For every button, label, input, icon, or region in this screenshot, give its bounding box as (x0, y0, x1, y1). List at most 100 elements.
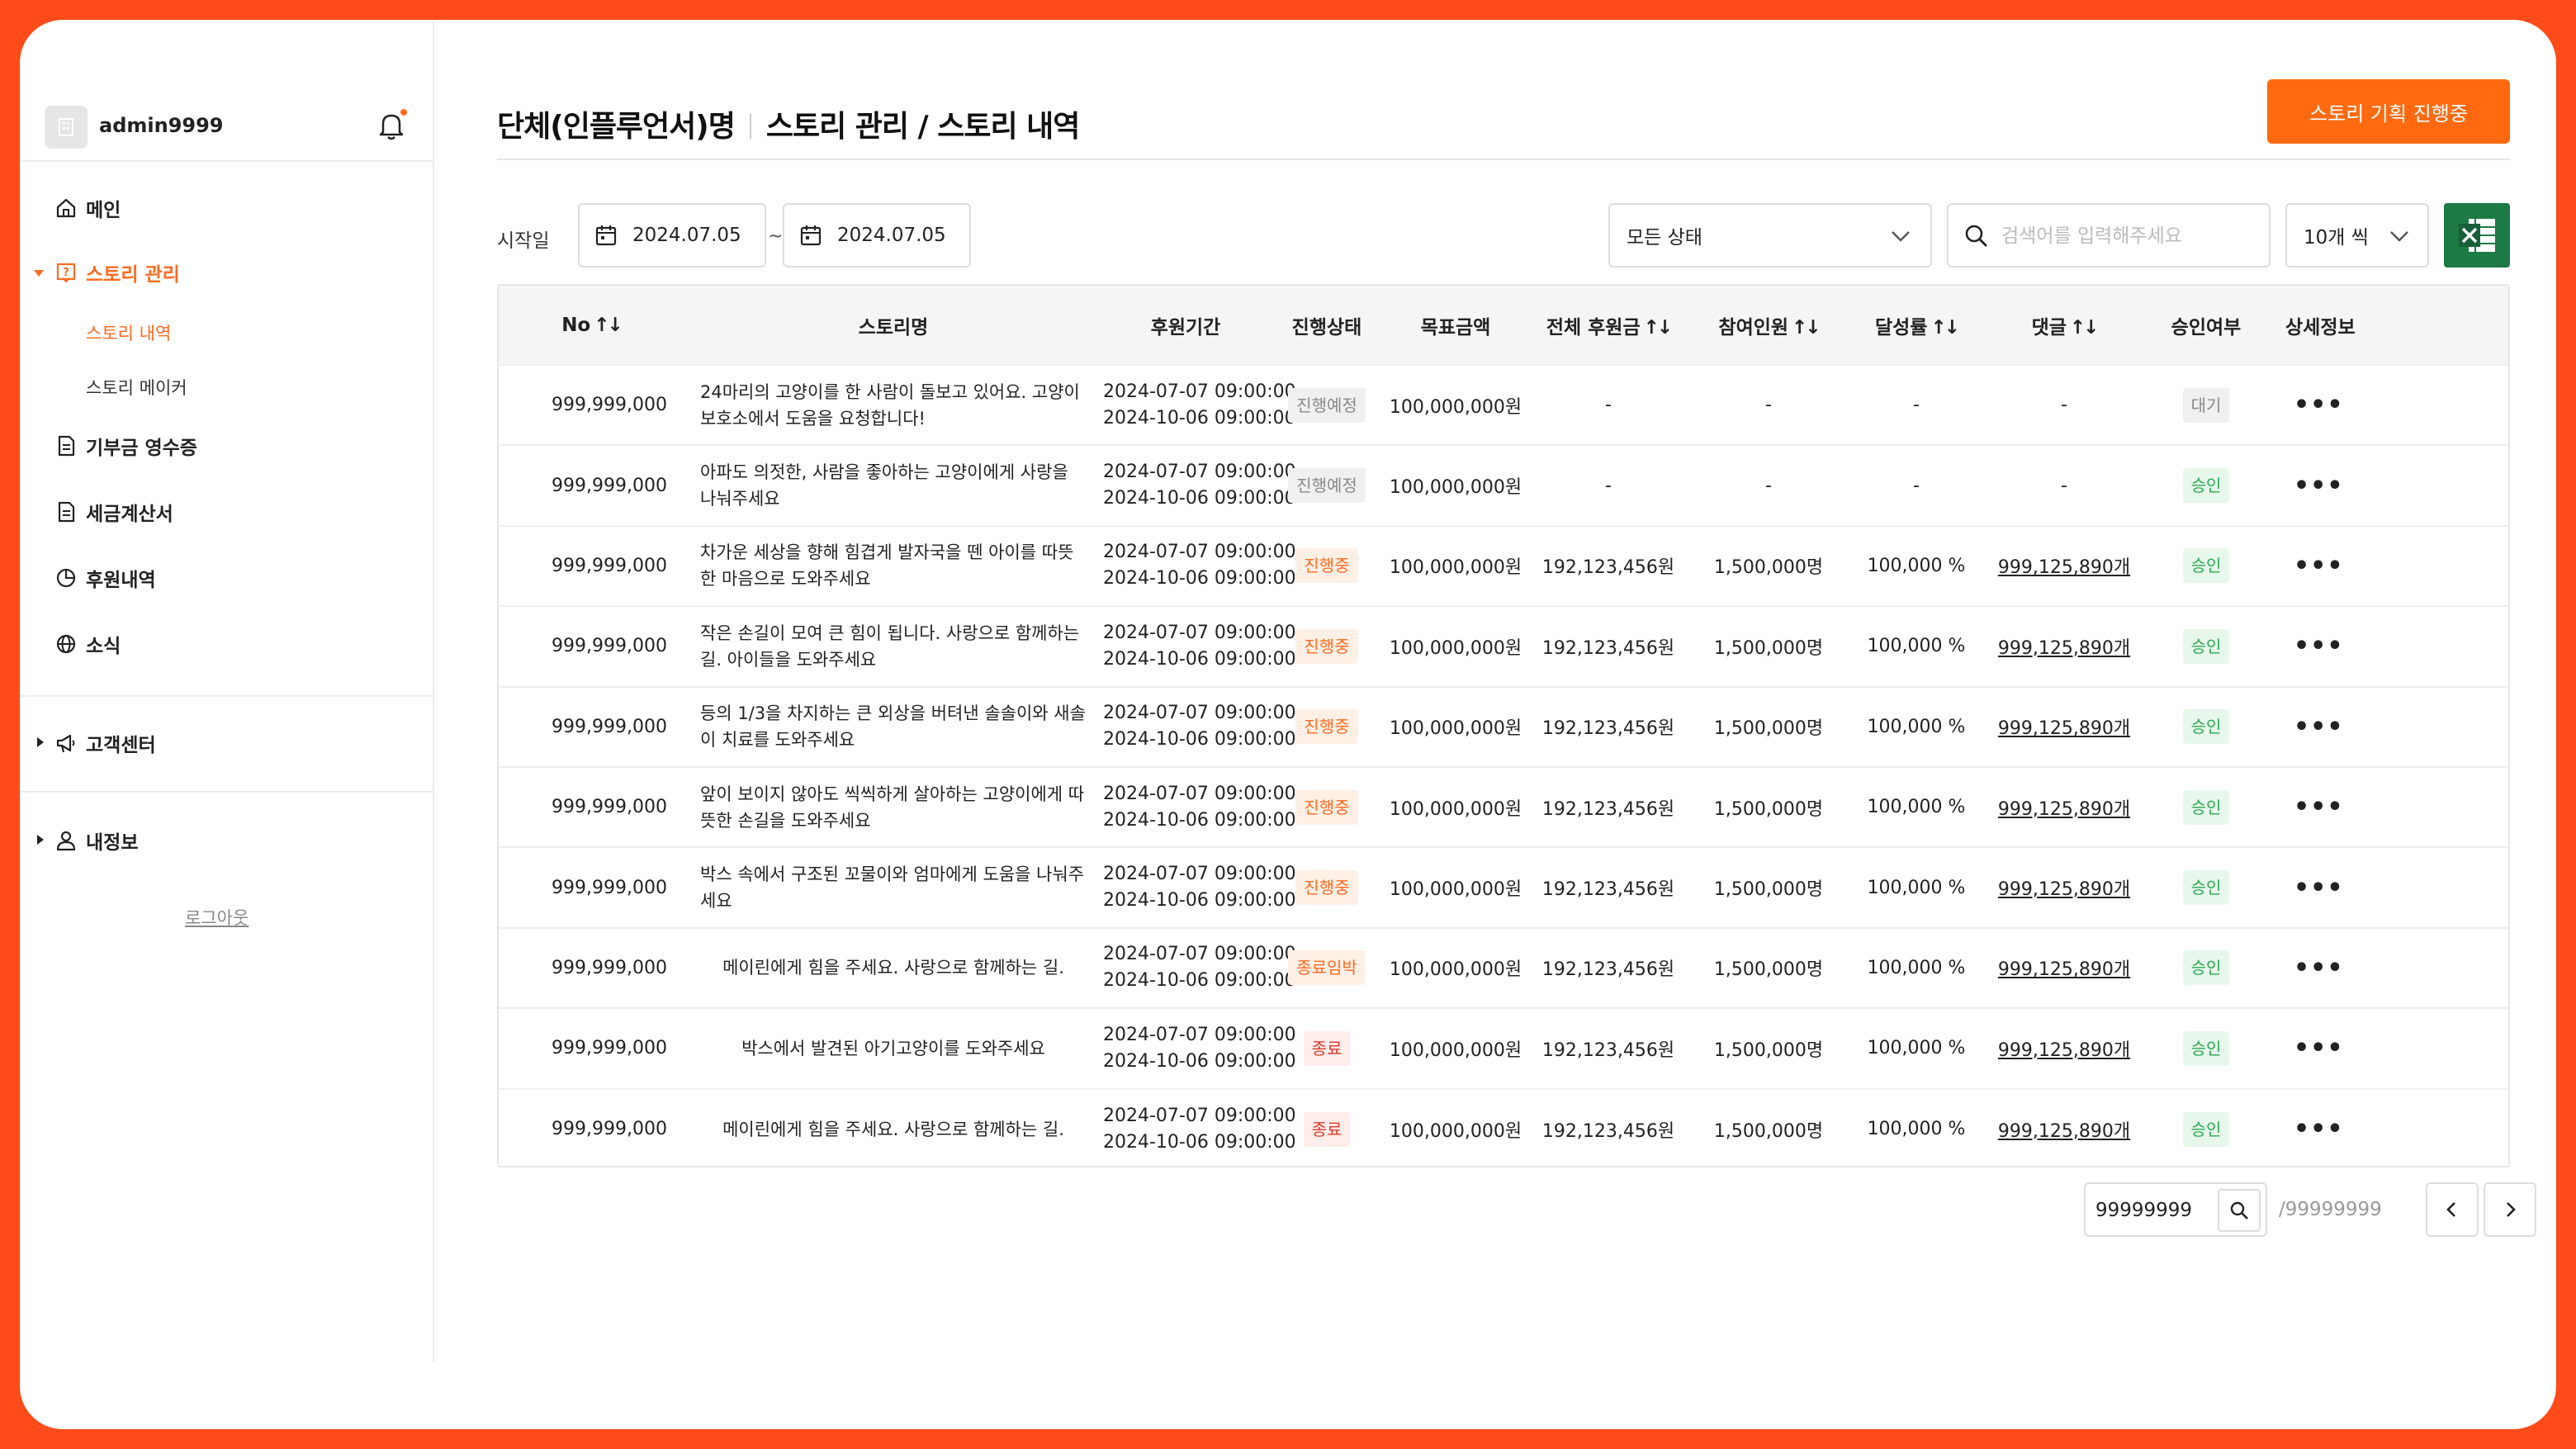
date-to-field[interactable]: 2024.07.05 (783, 203, 971, 268)
cell-detail: ••• (2271, 767, 2508, 847)
more-icon[interactable]: ••• (2294, 632, 2344, 661)
more-icon[interactable]: ••• (2294, 874, 2344, 902)
comments-link[interactable]: 999,125,890개 (1998, 879, 2130, 900)
cell-period: 2024-07-07 09:00:00 2024-10-06 09:00:00 (1103, 445, 1296, 525)
more-icon[interactable]: ••• (2294, 552, 2344, 580)
comments-link[interactable]: 999,125,890개 (1998, 959, 2130, 980)
nav-story-management[interactable]: ? 스토리 관리 (53, 256, 180, 289)
approval-badge: 승인 (2182, 468, 2230, 504)
table-row[interactable]: 999,999,000 박스에서 발견된 아기고양이를 도와주세요 2024-07-… (499, 1008, 2508, 1088)
search-icon[interactable] (1963, 223, 1990, 249)
bell-icon[interactable] (375, 107, 408, 144)
avatar[interactable] (45, 106, 88, 149)
cell-no: 999,999,000 (552, 797, 667, 818)
period-start: 2024-07-07 09:00:00 (1103, 462, 1296, 483)
col-no[interactable]: No ↑↓ (499, 286, 684, 365)
period-end: 2024-10-06 09:00:00 (1103, 407, 1296, 429)
period-start: 2024-07-07 09:00:00 (1103, 703, 1296, 724)
cell-no: 999,999,000 (552, 716, 667, 737)
page-search-button[interactable] (2218, 1189, 2261, 1232)
megaphone-icon (53, 730, 79, 756)
cell-rate: 100,000 % (1867, 555, 1966, 576)
document-icon (53, 499, 79, 525)
comments-link: - (2061, 475, 2067, 496)
period-start: 2024-07-07 09:00:00 (1103, 1024, 1296, 1045)
table-row[interactable]: 999,999,000 24마리의 고양이를 한 사람이 돌보고 있어요. 고양이… (499, 365, 2508, 445)
table-row[interactable]: 999,999,000 차가운 세상을 향해 힘겹게 발자국을 뗀 아이를 따뜻한… (499, 525, 2508, 606)
col-no-label: No (561, 314, 591, 336)
cell-approval: 승인 (2142, 606, 2271, 686)
cell-title: 작은 손길이 모여 큰 힘이 됩니다. 사랑으로 함께하는 길. 아이들을 도와… (700, 623, 1080, 670)
search-icon (2230, 1201, 2248, 1219)
nav-tax-invoice[interactable]: 세금계산서 (53, 495, 173, 528)
nav-customer-center[interactable]: 고객센터 (53, 727, 156, 760)
nav-donation-history[interactable]: 후원내역 (53, 561, 156, 594)
next-page-button[interactable] (2484, 1182, 2536, 1237)
table-row[interactable]: 999,999,000 박스 속에서 구조된 꼬물이와 엄마에게 도움을 나눠주세… (499, 847, 2508, 927)
page-number-input[interactable] (2095, 1194, 2211, 1227)
nav-story-maker[interactable]: 스토리 메이커 (86, 375, 187, 400)
more-icon[interactable]: ••• (2294, 471, 2344, 500)
period-start: 2024-07-07 09:00:00 (1103, 944, 1296, 965)
col-detail: 상세정보 (2285, 316, 2356, 339)
divider (20, 695, 434, 697)
comments-link[interactable]: 999,125,890개 (1998, 718, 2130, 739)
nav-my-info[interactable]: 내정보 (53, 824, 138, 857)
cell-status: 진행중 (1268, 526, 1385, 606)
status-select[interactable]: 모든 상태 (1608, 203, 1932, 268)
cell-rate: 100,000 % (1867, 877, 1966, 898)
cell-comments: - (1986, 365, 2142, 445)
table-row[interactable]: 999,999,000 앞이 보이지 않아도 씩씩하게 살아하는 고양이에게 따뜻… (499, 766, 2508, 847)
comments-link[interactable]: 999,125,890개 (1998, 1121, 2130, 1142)
logout-link[interactable]: 로그아웃 (185, 905, 249, 930)
cell-total: 192,123,456원 (1541, 1039, 1675, 1061)
table-row[interactable]: 999,999,000 메이린에게 힘을 주세요. 사랑으로 함께하는 길. 202… (499, 1088, 2508, 1166)
more-icon[interactable]: ••• (2294, 1034, 2344, 1063)
cell-rate: - (1913, 475, 1920, 496)
col-rate-label: 달성률 (1874, 316, 1928, 339)
nav-news[interactable]: 소식 (53, 627, 121, 661)
cell-total: - (1605, 475, 1612, 496)
more-icon[interactable]: ••• (2294, 713, 2344, 741)
nav-donation-receipt[interactable]: 기부금 영수증 (53, 429, 197, 462)
table-row[interactable]: 999,999,000 작은 손길이 모여 큰 힘이 됩니다. 사랑으로 함께하는… (499, 606, 2508, 686)
comments-link[interactable]: 999,125,890개 (1998, 799, 2130, 820)
col-comments-label: 댓글 (2031, 316, 2067, 339)
cell-goal: 100,000,000원 (1389, 557, 1522, 579)
col-total[interactable]: 전체 후원금 ↑↓ (1526, 286, 1691, 365)
search-box (1947, 203, 2271, 268)
col-comments[interactable]: 댓글 ↑↓ (1986, 286, 2142, 365)
table-row[interactable]: 999,999,000 아파도 의젓한, 사람을 좋아하는 고양이에게 사랑을 나… (499, 445, 2508, 525)
period-end: 2024-10-06 09:00:00 (1103, 890, 1296, 912)
more-icon[interactable]: ••• (2294, 793, 2344, 822)
cell-title: 박스 속에서 구조된 꼬물이와 엄마에게 도움을 나눠주세요 (700, 864, 1085, 912)
more-icon[interactable]: ••• (2294, 391, 2344, 419)
nav-main[interactable]: 메인 (53, 192, 121, 225)
period-start: 2024-07-07 09:00:00 (1103, 542, 1296, 563)
search-input[interactable] (2001, 220, 2249, 253)
sort-icon: ↑↓ (1792, 316, 1821, 339)
more-icon[interactable]: ••• (2294, 954, 2344, 983)
cell-period: 2024-07-07 09:00:00 2024-10-06 09:00:00 (1103, 928, 1296, 1008)
more-icon[interactable]: ••• (2294, 1115, 2344, 1144)
story-planning-button[interactable]: 스토리 기획 진행중 (2267, 79, 2510, 144)
nav-main-label: 메인 (86, 200, 121, 221)
date-from-field[interactable]: 2024.07.05 (578, 203, 766, 268)
cell-goal: 100,000,000원 (1389, 1120, 1522, 1142)
excel-download-button[interactable] (2444, 203, 2510, 268)
cell-goal: 100,000,000원 (1389, 718, 1522, 740)
prev-page-button[interactable] (2426, 1182, 2479, 1237)
cell-status: 진행중 (1268, 606, 1385, 686)
calendar-icon (799, 222, 826, 249)
comments-link[interactable]: 999,125,890개 (1998, 557, 2130, 578)
period-start: 2024-07-07 09:00:00 (1103, 1105, 1296, 1126)
table-row[interactable]: 999,999,000 메이린에게 힘을 주세요. 사랑으로 함께하는 길. 202… (499, 927, 2508, 1008)
user-profile: admin9999 (45, 102, 408, 154)
nav-story-history[interactable]: 스토리 내역 (86, 320, 171, 345)
comments-link[interactable]: 999,125,890개 (1998, 1040, 2130, 1061)
col-rate[interactable]: 달성률 ↑↓ (1846, 286, 1986, 365)
comments-link[interactable]: 999,125,890개 (1998, 638, 2130, 659)
page-size-select[interactable]: 10개 씩 (2285, 203, 2429, 268)
table-row[interactable]: 999,999,000 등의 1/3을 차지하는 큰 외상을 버텨낸 솔솔이와 새… (499, 686, 2508, 767)
col-participants[interactable]: 참여인원 ↑↓ (1691, 286, 1846, 365)
